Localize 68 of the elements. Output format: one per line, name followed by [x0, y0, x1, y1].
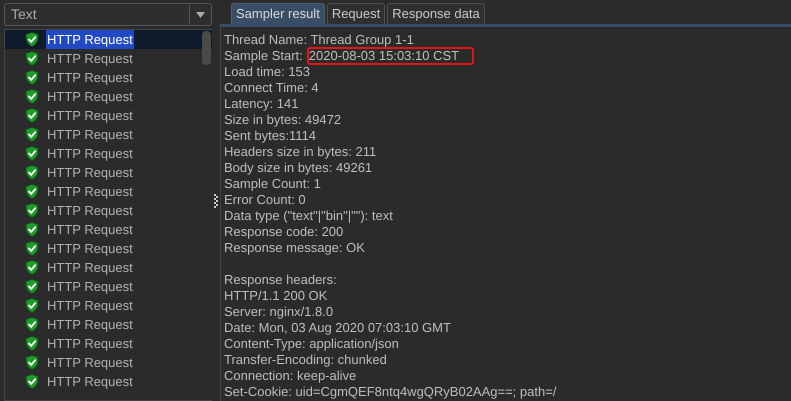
result-line: Latency: 141: [224, 96, 298, 112]
result-row[interactable]: HTTP Request: [5, 201, 212, 220]
shield-check-icon: [25, 203, 39, 218]
result-row[interactable]: HTTP Request: [5, 220, 212, 239]
tab[interactable]: Response data: [387, 3, 485, 24]
result-row[interactable]: HTTP Request: [5, 258, 212, 277]
result-line: Thread Name: Thread Group 1-1: [224, 32, 414, 48]
result-row[interactable]: HTTP Request: [5, 163, 212, 182]
result-line: Sample Count: 1: [224, 176, 321, 192]
result-line: Sample Start:: [224, 48, 303, 64]
header-line: Connection: keep-alive: [224, 368, 356, 384]
scrollbar-thumb[interactable]: [202, 31, 211, 65]
result-line: Load time: 153: [224, 64, 310, 80]
result-line: Response message: OK: [224, 240, 365, 256]
header-line: HTTP/1.1 200 OK: [224, 288, 328, 304]
result-row[interactable]: HTTP Request: [5, 353, 212, 372]
header-line: Set-Cookie: uid=CgmQEF8ntq4wgQRyB02AAg==; path=/: [224, 384, 556, 400]
result-row[interactable]: HTTP Request: [5, 87, 212, 106]
result-line: Body size in bytes: 49261: [224, 160, 372, 176]
result-row[interactable]: HTTP Request: [5, 68, 212, 87]
result-row[interactable]: HTTP Request: [5, 125, 212, 144]
shield-check-icon: [25, 260, 39, 275]
shield-check-icon: [25, 32, 39, 47]
shield-check-icon: [25, 70, 39, 85]
header-line: Transfer-Encoding: chunked: [224, 352, 387, 368]
result-value: 2020-08-03 15:03:10 CST: [306, 47, 474, 65]
shield-check-icon: [25, 51, 39, 66]
result-line: Error Count: 0: [224, 192, 306, 208]
result-line: Headers size in bytes: 211: [224, 144, 376, 160]
result-line: Sent bytes:1114: [224, 128, 316, 144]
shield-check-icon: [25, 222, 39, 237]
filter-dropdown[interactable]: Text: [4, 3, 212, 26]
result-row[interactable]: HTTP Request: [5, 277, 212, 296]
shield-check-icon: [25, 336, 39, 351]
caret-down-icon: [196, 12, 205, 18]
result-row[interactable]: HTTP Request: [5, 144, 212, 163]
result-row[interactable]: HTTP Request: [5, 334, 212, 353]
result-row[interactable]: HTTP Request: [5, 30, 212, 49]
result-row[interactable]: HTTP Request: [5, 315, 212, 334]
shield-check-icon: [25, 317, 39, 332]
result-row[interactable]: HTTP Request: [5, 372, 212, 391]
header-line: Response headers:: [224, 272, 337, 288]
shield-check-icon: [25, 146, 39, 161]
result-row[interactable]: HTTP Request: [5, 106, 212, 125]
result-row[interactable]: HTTP Request: [5, 239, 212, 258]
split-handle-icon[interactable]: [214, 194, 218, 208]
result-row[interactable]: HTTP Request: [5, 296, 212, 315]
shield-check-icon: [25, 279, 39, 294]
header-line: Date: Mon, 03 Aug 2020 07:03:10 GMT: [224, 320, 451, 336]
shield-check-icon: [25, 165, 39, 180]
header-line: Server: nginx/1.8.0: [224, 304, 334, 320]
result-row[interactable]: HTTP Request: [5, 49, 212, 68]
result-line: Response code: 200: [224, 224, 344, 240]
tab[interactable]: Sampler result: [231, 3, 325, 24]
shield-check-icon: [25, 355, 39, 370]
tab[interactable]: Request: [326, 3, 386, 24]
shield-check-icon: [25, 108, 39, 123]
result-line: Connect Time: 4: [224, 80, 319, 96]
shield-check-icon: [25, 298, 39, 313]
shield-check-icon: [25, 374, 39, 389]
result-line: Data type ("text"|"bin"|""): text: [224, 208, 393, 224]
shield-check-icon: [25, 241, 39, 256]
header-line: Content-Type: application/json: [224, 336, 399, 352]
result-row[interactable]: HTTP Request: [5, 182, 212, 201]
shield-check-icon: [25, 184, 39, 199]
result-line: Size in bytes: 49472: [224, 112, 342, 128]
shield-check-icon: [25, 127, 39, 142]
shield-check-icon: [25, 89, 39, 104]
